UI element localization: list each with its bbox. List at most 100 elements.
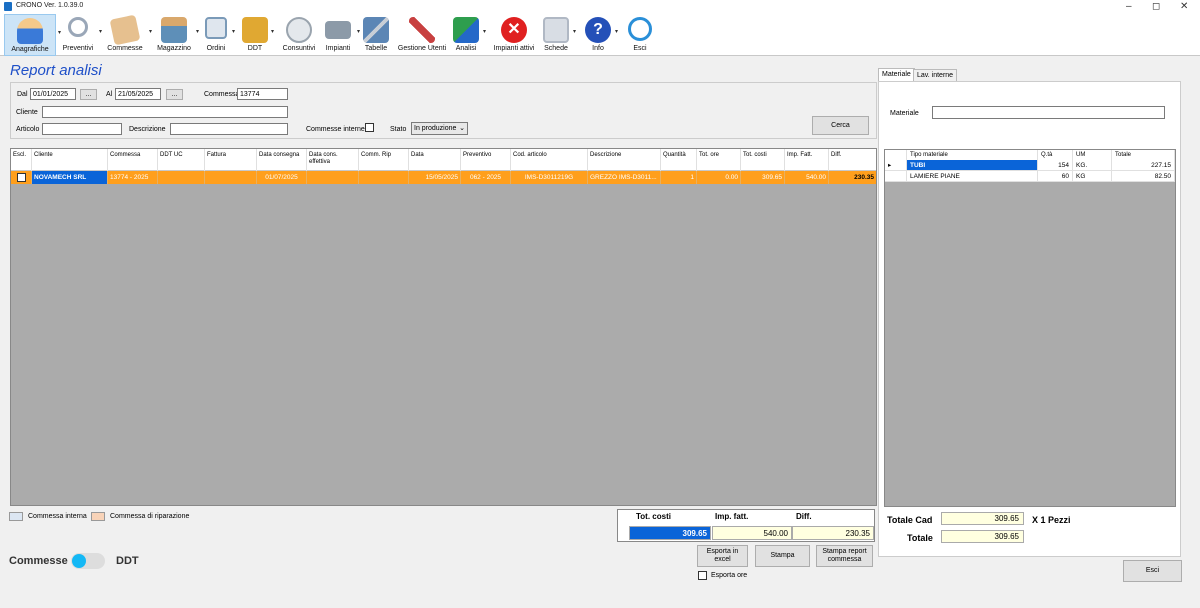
tab-materiale[interactable]: Materiale [878,68,915,82]
material-row-um[interactable]: KG. [1073,160,1112,171]
row-comm-rip[interactable] [359,171,409,184]
totals-diff-value[interactable]: 230.35 [792,526,874,540]
table-row[interactable]: NOVAMECH SRL 13774 - 2025 01/07/2025 15/… [11,171,876,184]
toolbar-info[interactable]: ? Info ▾ [584,14,618,56]
toolbar-ordini[interactable]: Ordini ▾ [203,14,235,56]
al-picker-button[interactable]: ... [166,89,183,100]
col-escl[interactable]: Escl. [11,149,32,171]
esci-button[interactable]: Esci [1123,560,1182,582]
row-diff[interactable]: 230.35 [829,171,876,184]
row-ddt-uc[interactable] [158,171,205,184]
col-descrizione[interactable]: Descrizione [588,149,661,171]
col-cod-articolo[interactable]: Cod. articolo [511,149,588,171]
totale-value[interactable]: 309.65 [941,530,1024,543]
stampa-button[interactable]: Stampa [755,545,810,567]
col-tipo-materiale[interactable]: Tipo materiale [907,150,1038,160]
chevron-down-icon[interactable]: ▾ [196,28,199,35]
chevron-down-icon[interactable]: ▾ [232,28,235,35]
dal-label: Dal [17,91,28,98]
row-escl-checkbox[interactable] [17,173,26,182]
col-comm-rip[interactable]: Comm. Rip [359,149,409,171]
row-tot-ore[interactable]: 0.00 [697,171,741,184]
col-preventivo[interactable]: Preventivo [461,149,511,171]
toolbar-impianti-attivi[interactable]: ✕ Impianti attivi [489,14,539,56]
col-diff[interactable]: Diff. [829,149,876,171]
toolbar-schede[interactable]: Schede ▾ [542,14,576,56]
toolbar-gestione-utenti[interactable]: Gestione Utenti [395,14,449,56]
arrows-icon [453,17,479,43]
materiale-input[interactable] [932,106,1165,119]
material-row-totale[interactable]: 82.50 [1112,171,1175,182]
material-row-totale[interactable]: 227.15 [1112,160,1175,171]
toolbar-preventivi[interactable]: Preventivi ▾ [60,14,102,56]
maximize-button[interactable]: ◻ [1152,1,1160,12]
totals-tot-costi-value[interactable]: 309.65 [629,526,711,540]
col-data-cons-effettiva[interactable]: Data cons. effettiva [307,149,359,171]
col-fattura[interactable]: Fattura [205,149,257,171]
stampa-report-button[interactable]: Stampa report commessa [816,545,873,567]
commesse-ddt-toggle[interactable] [71,553,105,569]
toolbar-ddt[interactable]: DDT ▾ [242,14,274,56]
toolbar-analisi[interactable]: Analisi ▾ [452,14,486,56]
material-row-qta[interactable]: 60 [1038,171,1073,182]
toolbar-commesse[interactable]: Commesse ▾ [104,14,152,56]
row-preventivo[interactable]: 062 - 2025 [461,171,511,184]
cliente-input[interactable] [42,106,288,118]
material-row-um[interactable]: KG [1073,171,1112,182]
row-commessa[interactable]: 13774 - 2025 [108,171,158,184]
col-totale[interactable]: Totale [1112,150,1175,160]
toolbar-magazzino[interactable]: Magazzino ▾ [155,14,199,56]
minimize-button[interactable]: – [1126,1,1132,12]
dal-picker-button[interactable]: ... [80,89,97,100]
chevron-down-icon[interactable]: ▾ [149,28,152,35]
commessa-input[interactable]: 13774 [237,88,288,100]
row-cod-articolo[interactable]: IMS-D3011219G [511,171,588,184]
row-descrizione[interactable]: GREZZO IMS-D3011... [588,171,661,184]
col-tot-costi[interactable]: Tot. costi [741,149,785,171]
toolbar-anagrafiche[interactable]: Anagrafiche ▾ [4,14,61,56]
row-data-cons-eff[interactable] [307,171,359,184]
col-ddt-uc[interactable]: DDT UC [158,149,205,171]
al-date-input[interactable]: 21/05/2025 [115,88,161,100]
material-row-qta[interactable]: 154 [1038,160,1073,171]
col-data-consegna[interactable]: Data consegna [257,149,307,171]
dal-date-input[interactable]: 01/01/2025 [30,88,76,100]
close-window-button[interactable]: ✕ [1180,1,1188,12]
chevron-down-icon[interactable]: ▾ [615,28,618,35]
row-data[interactable]: 15/05/2025 [409,171,461,184]
esporta-excel-button[interactable]: Esporta in excel [697,545,748,567]
row-quantita[interactable]: 1 [661,171,697,184]
descrizione-input[interactable] [170,123,288,135]
toolbar-impianti[interactable]: Impianti ▾ [322,14,360,56]
row-tot-costi[interactable]: 309.65 [741,171,785,184]
chevron-down-icon[interactable]: ▾ [573,28,576,35]
stato-select[interactable]: In produzione ⌄ [411,122,468,135]
commesse-interne-checkbox[interactable] [365,123,374,132]
chevron-down-icon[interactable]: ▾ [271,28,274,35]
chevron-down-icon[interactable]: ▾ [99,28,102,35]
col-cliente[interactable]: Cliente [32,149,108,171]
row-fattura[interactable] [205,171,257,184]
esporta-ore-checkbox[interactable] [698,571,707,580]
toolbar-consuntivi[interactable]: Consuntivi [280,14,318,56]
row-data-consegna[interactable]: 01/07/2025 [257,171,307,184]
col-um[interactable]: UM [1073,150,1112,160]
articolo-input[interactable] [42,123,122,135]
col-data[interactable]: Data [409,149,461,171]
toolbar-esci[interactable]: Esci [626,14,654,56]
col-quantita[interactable]: Quantità [661,149,697,171]
material-row-tipo[interactable]: LAMIERE PIANE [907,171,1038,182]
col-commessa[interactable]: Commessa [108,149,158,171]
col-imp-fatt[interactable]: Imp. Fatt. [785,149,829,171]
material-row-tipo[interactable]: TUBI [907,160,1038,171]
col-qta[interactable]: Q.tà [1038,150,1073,160]
col-tot-ore[interactable]: Tot. ore [697,149,741,171]
cerca-button[interactable]: Cerca [812,116,869,135]
toolbar-tabelle[interactable]: Tabelle [363,14,389,56]
totale-cad-value[interactable]: 309.65 [941,512,1024,525]
row-cliente[interactable]: NOVAMECH SRL [32,171,108,184]
totals-imp-fatt-value[interactable]: 540.00 [712,526,792,540]
chevron-down-icon[interactable]: ▾ [357,28,360,35]
row-imp-fatt[interactable]: 540.00 [785,171,829,184]
chevron-down-icon[interactable]: ▾ [483,28,486,35]
